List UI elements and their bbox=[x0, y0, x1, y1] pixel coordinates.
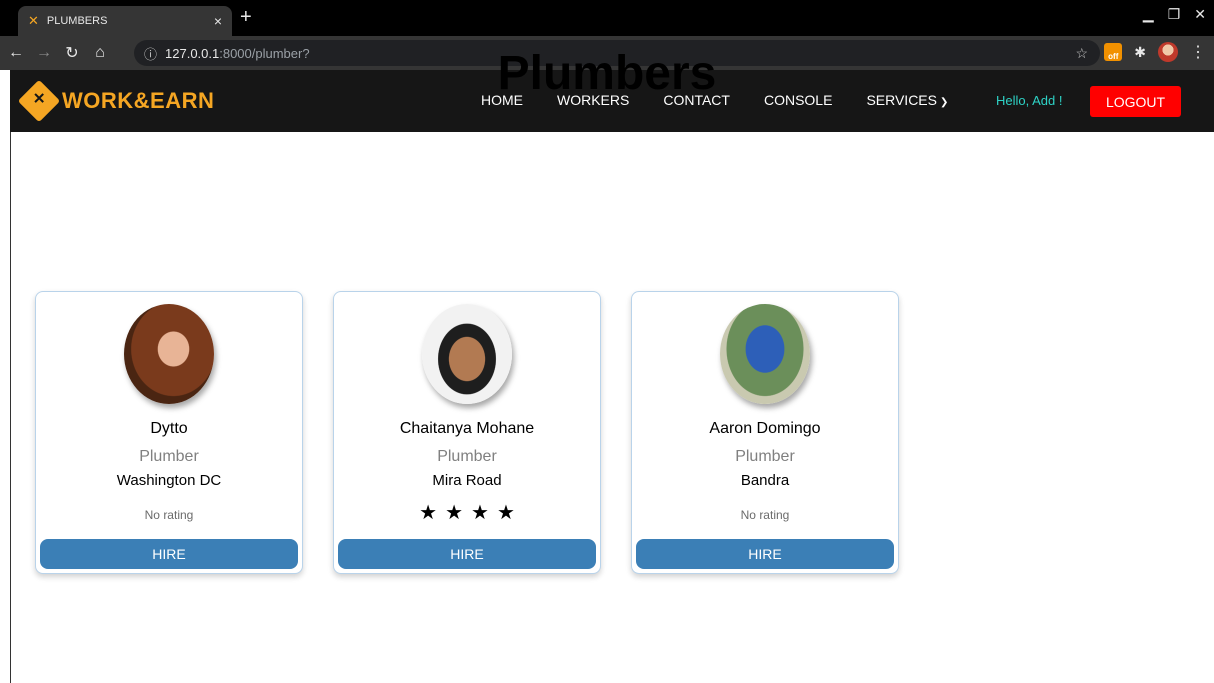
hire-button[interactable]: HIRE bbox=[40, 539, 298, 569]
hire-button[interactable]: HIRE bbox=[636, 539, 894, 569]
avatar bbox=[422, 304, 512, 404]
worker-location: Washington DC bbox=[116, 472, 222, 489]
avatar bbox=[720, 304, 810, 404]
worker-card: Dytto Plumber Washington DC No rating HI… bbox=[35, 291, 303, 574]
browser-tab[interactable]: ✕ PLUMBERS × bbox=[18, 6, 232, 36]
worker-location: Bandra bbox=[740, 472, 790, 489]
page-title: Plumbers bbox=[497, 47, 717, 100]
rating-text: No rating bbox=[144, 508, 194, 522]
worker-role: Plumber bbox=[735, 448, 795, 465]
rating-text: No rating bbox=[740, 508, 790, 522]
hire-button[interactable]: HIRE bbox=[338, 539, 596, 569]
star-icon: ★ bbox=[419, 502, 446, 524]
worker-name: Chaitanya Mohane bbox=[399, 420, 535, 437]
star-icon: ★ bbox=[496, 502, 523, 524]
browser-tabstrip: ✕ PLUMBERS × + ▁ ❐ ✕ bbox=[0, 0, 1214, 36]
worker-role: Plumber bbox=[139, 448, 199, 465]
worker-role: Plumber bbox=[437, 448, 497, 465]
worker-name: Aaron Domingo bbox=[709, 420, 821, 437]
worker-card: Chaitanya Mohane Plumber Mira Road ★★★★ … bbox=[333, 291, 601, 574]
avatar bbox=[124, 304, 214, 404]
restore-icon[interactable]: ❐ bbox=[1168, 6, 1181, 23]
new-tab-button[interactable]: + bbox=[240, 6, 252, 28]
window-controls: ▁ ❐ ✕ bbox=[1143, 6, 1206, 23]
star-icon: ★ bbox=[445, 502, 471, 524]
worker-card: Aaron Domingo Plumber Bandra No rating H… bbox=[631, 291, 899, 574]
close-icon[interactable]: × bbox=[214, 13, 222, 29]
minimize-icon[interactable]: ▁ bbox=[1143, 6, 1154, 23]
tab-title: PLUMBERS bbox=[46, 15, 108, 27]
worker-location: Mira Road bbox=[432, 472, 502, 489]
star-icon: ★ bbox=[471, 502, 497, 524]
close-window-icon[interactable]: ✕ bbox=[1194, 6, 1206, 23]
star-rating: ★★★★ bbox=[334, 500, 600, 525]
tools-icon: ✕ bbox=[28, 13, 39, 28]
worker-name: Dytto bbox=[150, 420, 188, 437]
